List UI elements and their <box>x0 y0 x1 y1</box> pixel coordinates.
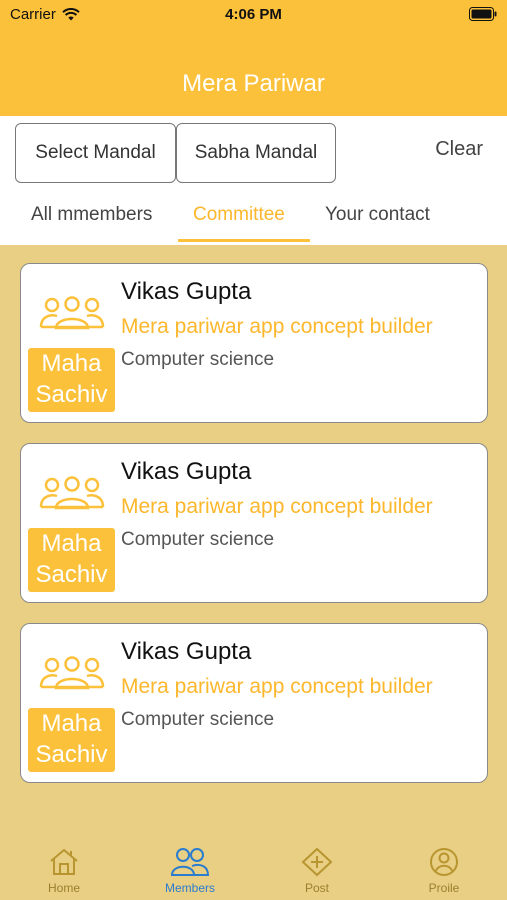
member-role: Mera pariwar app concept builder <box>121 315 433 338</box>
add-post-icon <box>301 847 333 877</box>
designation-badge: Maha Sachiv <box>28 348 115 412</box>
members-icon <box>170 848 210 876</box>
member-card[interactable]: Maha Sachiv Vikas Gupta Mera pariwar app… <box>20 623 488 783</box>
tab-your-contact[interactable]: Your contact <box>325 204 430 226</box>
nav-profile[interactable]: Proile <box>399 847 489 895</box>
badge-line-1: Maha <box>41 350 102 377</box>
nav-members-label: Members <box>164 881 215 895</box>
sabha-mandal-button[interactable]: Sabha Mandal <box>176 123 336 183</box>
nav-post-label: Post <box>304 881 329 895</box>
nav-post[interactable]: Post <box>272 847 362 895</box>
nav-profile-label: Proile <box>428 881 460 895</box>
nav-members[interactable]: Members <box>145 847 235 895</box>
clear-button[interactable]: Clear <box>435 138 483 161</box>
badge-line-2: Sachiv <box>35 381 108 408</box>
member-department: Computer science <box>121 709 275 730</box>
designation-badge: Maha Sachiv <box>28 708 115 772</box>
active-tab-indicator <box>178 239 310 242</box>
badge-line-1: Maha <box>41 710 102 737</box>
bottom-nav: Home Members Post Proile <box>0 835 507 900</box>
member-name: Vikas Gupta <box>121 278 252 305</box>
member-card[interactable]: Maha Sachiv Vikas Gupta Mera pariwar app… <box>20 263 488 423</box>
badge-line-2: Sachiv <box>35 561 108 588</box>
member-department: Computer science <box>121 349 275 370</box>
battery-icon <box>469 7 497 21</box>
member-name: Vikas Gupta <box>121 638 252 665</box>
group-icon <box>39 296 105 330</box>
status-bar: Carrier 4:06 PM <box>0 0 507 30</box>
page-title: Mera Pariwar <box>182 70 325 97</box>
status-time: 4:06 PM <box>225 6 282 23</box>
nav-home-label: Home <box>47 881 80 895</box>
app-header: Carrier 4:06 PM Mera Pariwar <box>0 0 507 116</box>
filter-panel: Select Mandal Sabha Mandal Clear All mme… <box>0 116 507 245</box>
group-icon <box>39 656 105 690</box>
tab-committee[interactable]: Committee <box>193 204 285 226</box>
member-card[interactable]: Maha Sachiv Vikas Gupta Mera pariwar app… <box>20 443 488 603</box>
profile-icon <box>430 848 458 876</box>
select-mandal-button[interactable]: Select Mandal <box>15 123 176 183</box>
member-role: Mera pariwar app concept builder <box>121 495 433 518</box>
member-role: Mera pariwar app concept builder <box>121 675 433 698</box>
member-tabs: All mmembers Committee Your contact <box>0 196 507 244</box>
home-icon <box>50 848 78 875</box>
tab-all-members[interactable]: All mmembers <box>31 204 152 226</box>
member-department: Computer science <box>121 529 275 550</box>
badge-line-1: Maha <box>41 530 102 557</box>
group-icon <box>39 476 105 510</box>
member-name: Vikas Gupta <box>121 458 252 485</box>
designation-badge: Maha Sachiv <box>28 528 115 592</box>
badge-line-2: Sachiv <box>35 741 108 768</box>
nav-home[interactable]: Home <box>19 847 109 895</box>
